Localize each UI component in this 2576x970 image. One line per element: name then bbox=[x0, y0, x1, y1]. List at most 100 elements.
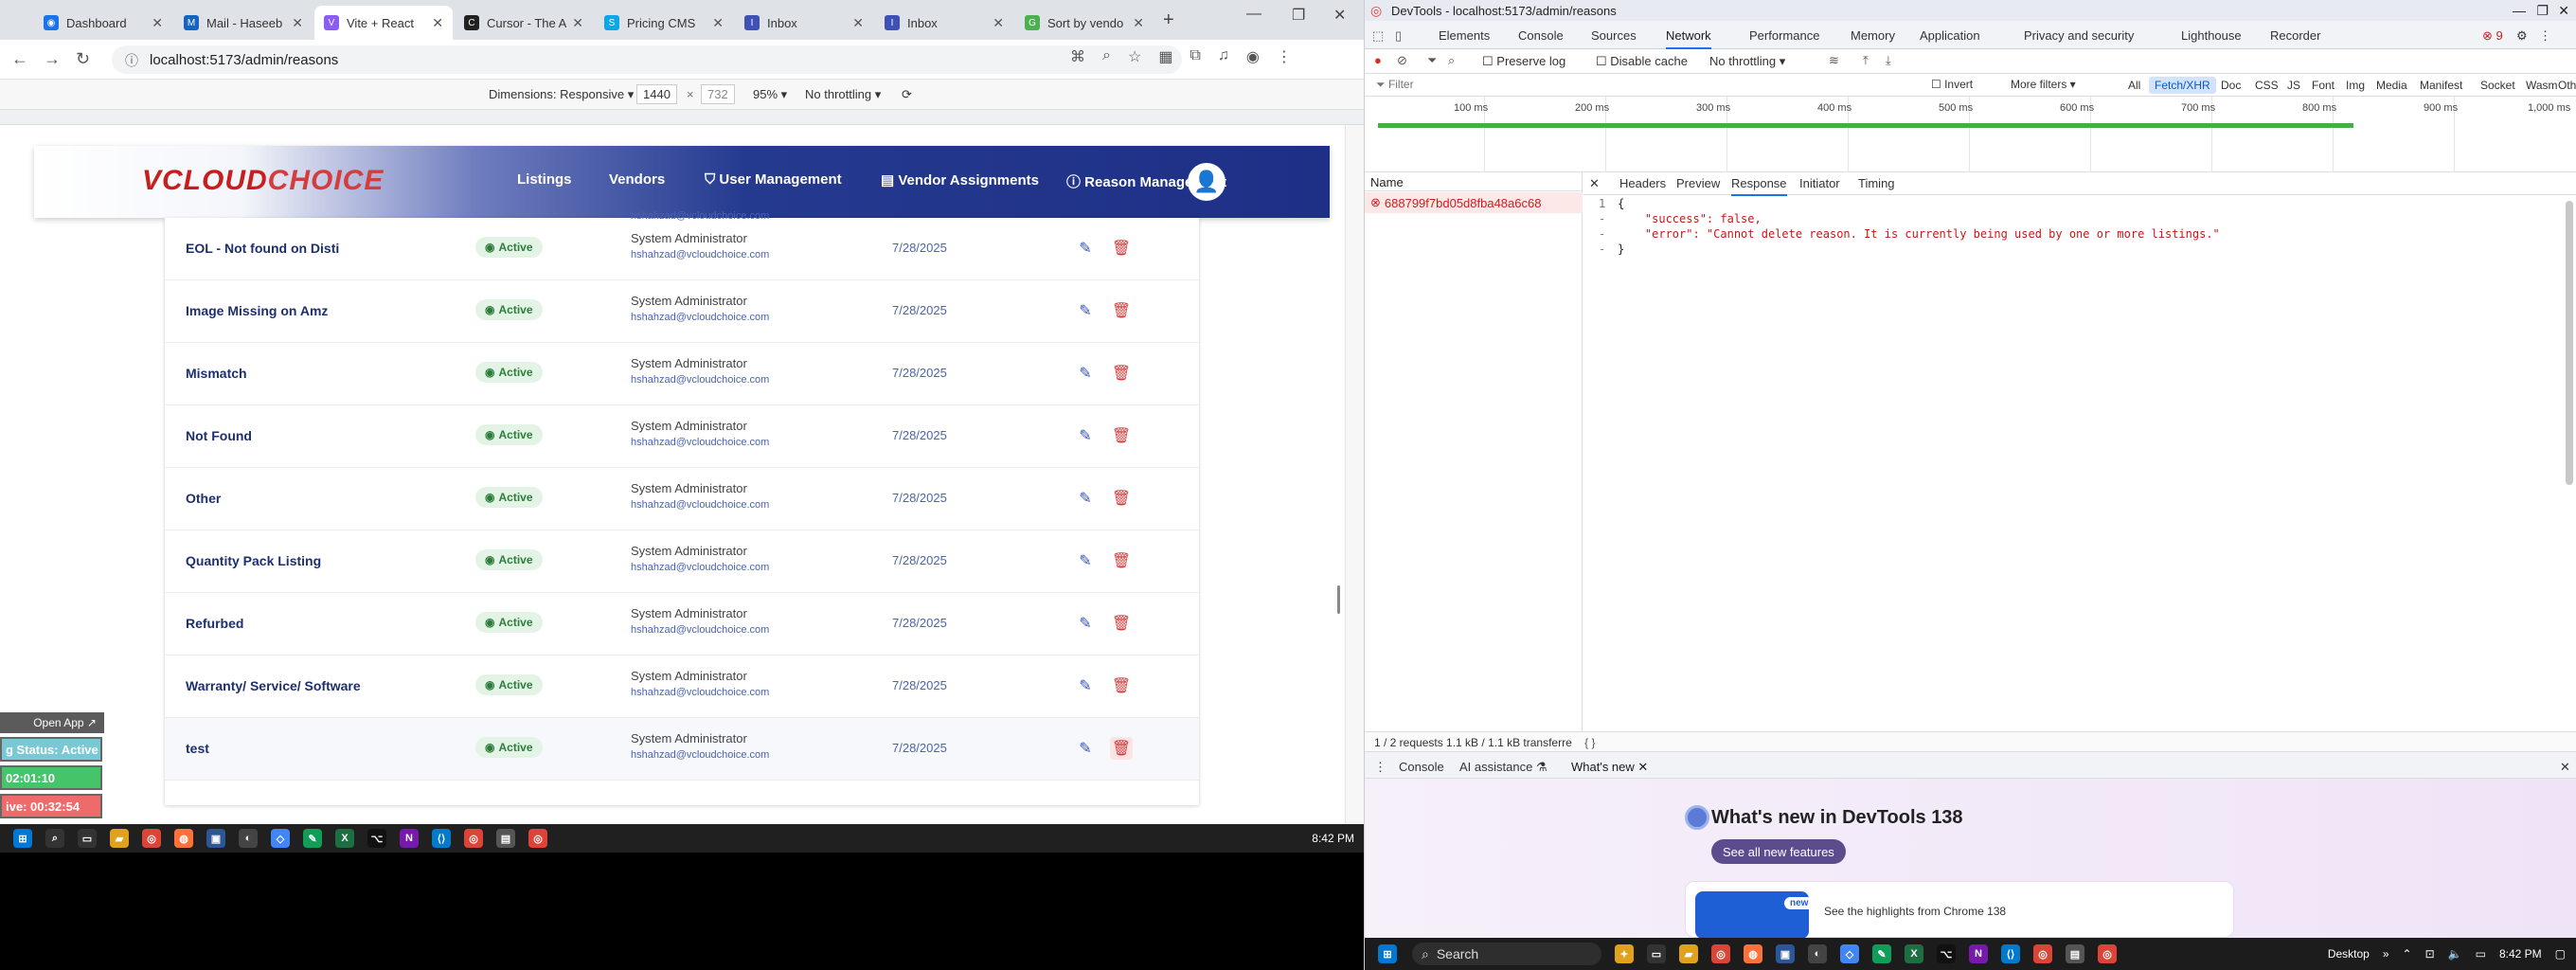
start-icon[interactable]: ⊞ bbox=[1378, 944, 1397, 963]
trash-icon[interactable]: 🗑 bbox=[1110, 362, 1133, 385]
vscode-icon[interactable]: ⟨⟩ bbox=[2001, 944, 2020, 963]
tab-headers[interactable]: Headers bbox=[1619, 176, 1666, 190]
close-window-icon[interactable]: ✕ bbox=[1333, 6, 1346, 25]
throttling-select[interactable]: No throttling ▾ bbox=[805, 87, 881, 102]
dt-close-icon[interactable]: ✕ bbox=[2558, 3, 2569, 19]
user-avatar-icon[interactable]: 👤 bbox=[1188, 163, 1225, 201]
rotate-icon[interactable]: ⟳ bbox=[902, 87, 912, 102]
tab-console[interactable]: Console bbox=[1518, 28, 1564, 43]
nav-listings[interactable]: Listings bbox=[517, 171, 572, 188]
back-icon[interactable]: ← bbox=[11, 49, 28, 69]
filter-all[interactable]: All bbox=[2122, 77, 2146, 94]
app4-icon[interactable]: ▤ bbox=[496, 829, 515, 848]
app-icon[interactable]: ▣ bbox=[1776, 944, 1795, 963]
filter-img[interactable]: Img bbox=[2340, 77, 2370, 94]
filter-socket[interactable]: Socket bbox=[2475, 77, 2521, 94]
file-explorer-icon[interactable]: ▰ bbox=[110, 829, 129, 848]
battery-icon[interactable]: ▭ bbox=[2476, 947, 2486, 961]
address-bar[interactable]: ⓘ localhost:5173/admin/reasons bbox=[112, 45, 1182, 74]
response-scrollbar[interactable] bbox=[2566, 201, 2573, 485]
edit-icon[interactable]: ✎ bbox=[1074, 674, 1097, 697]
viewport-resize-handle[interactable] bbox=[1337, 585, 1340, 614]
app-icon[interactable]: ▣ bbox=[206, 829, 225, 848]
notification-icon[interactable]: ▢ bbox=[2555, 947, 2566, 961]
preserve-log-checkbox[interactable]: ☐ Preserve log bbox=[1482, 54, 1565, 69]
dt-more-icon[interactable]: ⋮ bbox=[2539, 28, 2551, 44]
close-tab-icon[interactable]: ✕ bbox=[152, 15, 163, 31]
invert-checkbox[interactable]: ☐ Invert bbox=[1931, 78, 1973, 91]
tab-elements[interactable]: Elements bbox=[1439, 28, 1490, 43]
trash-icon[interactable]: 🗑 bbox=[1110, 737, 1133, 760]
restore-icon[interactable]: ❐ bbox=[1292, 6, 1305, 25]
tab-sources[interactable]: Sources bbox=[1591, 28, 1637, 43]
filter-fetch-xhr[interactable]: Fetch/XHR bbox=[2149, 77, 2216, 94]
tab-cursor[interactable]: C Cursor - The A ✕ bbox=[455, 6, 593, 40]
vscode-icon[interactable]: ⟨⟩ bbox=[432, 829, 451, 848]
filter-doc[interactable]: Doc bbox=[2215, 77, 2246, 94]
puzzle-icon[interactable]: ⧉ bbox=[1190, 47, 1200, 66]
site-info-icon[interactable]: ⓘ bbox=[125, 51, 138, 70]
close-tab-icon[interactable]: ✕ bbox=[432, 15, 443, 31]
close-tab-icon[interactable]: ✕ bbox=[1133, 15, 1144, 31]
edit-icon[interactable]: ✎ bbox=[1074, 487, 1097, 510]
settings-gear-icon[interactable]: ⚙ bbox=[2516, 28, 2528, 44]
tab-inbox-2[interactable]: I Inbox ✕ bbox=[875, 6, 1013, 40]
tab-response[interactable]: Response bbox=[1731, 176, 1787, 196]
filter-js[interactable]: JS bbox=[2281, 77, 2306, 94]
trash-icon[interactable]: 🗑 bbox=[1110, 424, 1133, 447]
highlights-card[interactable]: new See the highlights from Chrome 138 bbox=[1685, 881, 2234, 939]
github-icon[interactable]: ◐ bbox=[239, 829, 258, 848]
edit-icon[interactable]: ✎ bbox=[1074, 737, 1097, 760]
app4-icon[interactable]: ▤ bbox=[2066, 944, 2084, 963]
network-icon[interactable]: ⊡ bbox=[2425, 947, 2435, 961]
zoom-icon[interactable]: ⌕ bbox=[1102, 47, 1111, 66]
dimensions-select[interactable]: Dimensions: Responsive ▾ bbox=[489, 87, 634, 102]
nav-vendor-assignments[interactable]: ▤ Vendor Assignments bbox=[881, 171, 1039, 189]
drawer-tab-console[interactable]: Console bbox=[1399, 760, 1444, 774]
close-tab-icon[interactable]: ✕ bbox=[993, 15, 1004, 31]
see-all-features-button[interactable]: See all new features bbox=[1711, 839, 1846, 864]
close-detail-icon[interactable]: ✕ bbox=[1589, 176, 1600, 191]
desktop-label[interactable]: Desktop bbox=[2328, 947, 2370, 961]
tab-recorder[interactable]: Recorder bbox=[2270, 28, 2320, 43]
forward-icon[interactable]: → bbox=[44, 49, 61, 69]
minimize-icon[interactable]: — bbox=[1246, 6, 1261, 23]
tab-privacy-security[interactable]: Privacy and security bbox=[2024, 28, 2134, 43]
firefox-icon[interactable]: ◍ bbox=[174, 829, 193, 848]
zoom-select[interactable]: 95% ▾ bbox=[753, 87, 787, 102]
trash-icon[interactable]: 🗑 bbox=[1110, 549, 1133, 572]
profile-icon[interactable]: ◉ bbox=[1246, 47, 1260, 66]
tab-network[interactable]: Network bbox=[1666, 28, 1711, 49]
chrome2-icon[interactable]: ◎ bbox=[2033, 944, 2052, 963]
tab-vite-react[interactable]: V Vite + React ✕ bbox=[314, 6, 453, 40]
drawer-tab-ai-assistance[interactable]: AI assistance ⚗ bbox=[1459, 760, 1547, 775]
chrome-icon[interactable]: ◎ bbox=[1711, 944, 1730, 963]
excel-icon[interactable]: X bbox=[335, 829, 354, 848]
vcloudchoice-logo[interactable]: VCLOUDCHOICE bbox=[142, 165, 384, 197]
drawer-more-icon[interactable]: ⋮ bbox=[1374, 760, 1386, 775]
edit-icon[interactable]: ✎ bbox=[1074, 612, 1097, 635]
trash-icon[interactable]: 🗑 bbox=[1110, 612, 1133, 635]
filter-manifest[interactable]: Manifest bbox=[2414, 77, 2468, 94]
onenote-icon[interactable]: N bbox=[400, 829, 419, 848]
task-view-icon[interactable]: ▭ bbox=[78, 829, 97, 848]
open-app-button[interactable]: Open App ↗ bbox=[0, 712, 104, 733]
taskbar-search[interactable]: ⌕ Search bbox=[1412, 943, 1601, 965]
reload-icon[interactable]: ↻ bbox=[76, 49, 90, 69]
tab-memory[interactable]: Memory bbox=[1851, 28, 1895, 43]
firefox-icon[interactable]: ◍ bbox=[1744, 944, 1762, 963]
chrome2-icon[interactable]: ◎ bbox=[464, 829, 483, 848]
height-input[interactable]: 732 bbox=[701, 84, 735, 104]
trash-icon[interactable]: 🗑 bbox=[1110, 674, 1133, 697]
app2-icon[interactable]: ◇ bbox=[1840, 944, 1859, 963]
edit-icon[interactable]: ✎ bbox=[1074, 424, 1097, 447]
media-icon[interactable]: ♫ bbox=[1218, 47, 1229, 66]
tab-timing[interactable]: Timing bbox=[1858, 176, 1895, 190]
cursor-app-icon[interactable]: ⌥ bbox=[367, 829, 386, 848]
trash-icon[interactable]: 🗑 bbox=[1110, 299, 1133, 322]
tab-inbox-1[interactable]: I Inbox ✕ bbox=[735, 6, 873, 40]
nav-vendors[interactable]: Vendors bbox=[609, 171, 665, 188]
tab-preview[interactable]: Preview bbox=[1676, 176, 1720, 190]
width-input[interactable]: 1440 bbox=[636, 84, 677, 104]
record-icon[interactable]: ● bbox=[1374, 53, 1382, 67]
